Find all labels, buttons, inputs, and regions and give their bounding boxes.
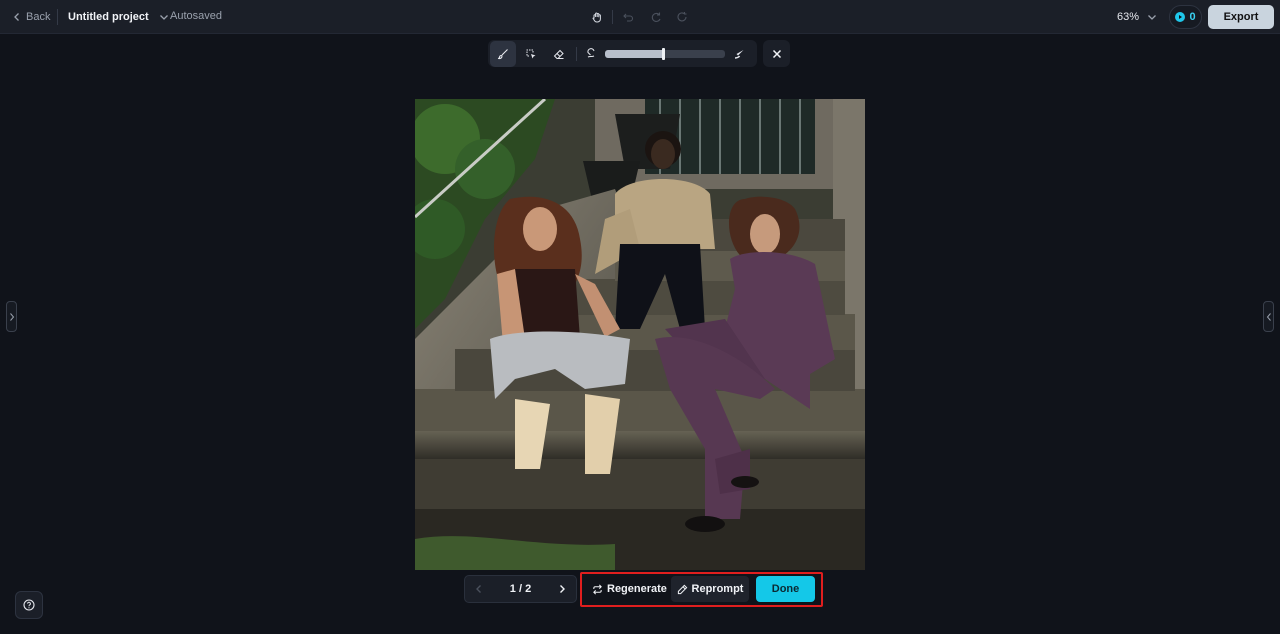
undo-icon (623, 13, 634, 22)
chevron-right-icon (560, 585, 565, 593)
next-variant-button[interactable] (554, 581, 570, 597)
canvas-tools (588, 8, 691, 26)
help-button[interactable] (15, 591, 43, 619)
select-tool-button[interactable] (518, 41, 544, 67)
slider-fill (605, 49, 663, 58)
variant-count: 1 / 2 (509, 583, 532, 595)
eraser-icon (553, 49, 564, 59)
chevron-left-icon (1266, 312, 1271, 321)
chevron-left-icon (476, 585, 481, 593)
redo-button[interactable] (647, 8, 665, 26)
zoom-dropdown[interactable]: 63% (1117, 9, 1157, 25)
credits-count: 0 (1189, 11, 1196, 23)
undo-button[interactable] (619, 8, 637, 26)
brush-size-slider[interactable] (605, 47, 725, 60)
zoom-level: 63% (1117, 11, 1140, 23)
hand-tool-button[interactable] (588, 8, 606, 26)
lasso-select-icon (526, 49, 536, 58)
brush-small-icon (587, 47, 595, 57)
project-title: Untitled project (68, 11, 149, 23)
hand-icon (592, 12, 601, 23)
slider-thumb[interactable] (661, 47, 665, 60)
help-icon (23, 599, 35, 611)
divider (576, 46, 577, 61)
close-icon (772, 49, 781, 58)
generated-image[interactable] (415, 99, 865, 570)
previous-variant-button[interactable] (471, 581, 487, 597)
reset-button[interactable] (673, 8, 691, 26)
close-edit-button[interactable] (763, 40, 790, 67)
brush-toolbar (488, 40, 757, 67)
autosave-status: Autosaved (170, 10, 222, 22)
brush-large-icon (734, 49, 744, 59)
repeat-icon (593, 584, 602, 594)
chevron-right-icon (9, 312, 14, 321)
divider (612, 10, 613, 24)
back-label: Back (26, 11, 51, 23)
regenerate-label: Regenerate (607, 583, 667, 595)
export-button[interactable]: Export (1208, 5, 1274, 29)
brush-size-small-icon-button (581, 41, 601, 67)
brush-tool-button[interactable] (490, 40, 516, 67)
pencil-icon (677, 584, 687, 594)
divider (57, 9, 58, 25)
left-panel-toggle[interactable] (6, 301, 17, 332)
variant-pager: 1 / 2 (464, 575, 577, 603)
refresh-icon (677, 12, 687, 22)
right-panel-toggle[interactable] (1263, 301, 1274, 332)
eraser-tool-button[interactable] (546, 41, 572, 67)
credits-icon (1175, 12, 1186, 22)
chevron-down-icon (1148, 15, 1156, 20)
project-title-dropdown[interactable]: Untitled project (68, 9, 169, 25)
done-button[interactable]: Done (756, 576, 815, 602)
chevron-down-icon (159, 15, 168, 20)
top-bar: Back Untitled project Autosaved 63% 0 Ex… (0, 0, 1280, 34)
brush-size-large-icon-button (729, 41, 749, 67)
credits-badge[interactable]: 0 (1169, 5, 1202, 29)
redo-icon (651, 12, 661, 22)
regenerate-button[interactable]: Regenerate (592, 580, 667, 598)
chevron-left-icon (14, 13, 19, 21)
photo-illustration (415, 99, 865, 570)
brush-icon (497, 48, 508, 59)
back-button[interactable]: Back (12, 9, 50, 25)
reprompt-label: Reprompt (691, 583, 744, 595)
reprompt-button[interactable]: Reprompt (671, 576, 749, 602)
